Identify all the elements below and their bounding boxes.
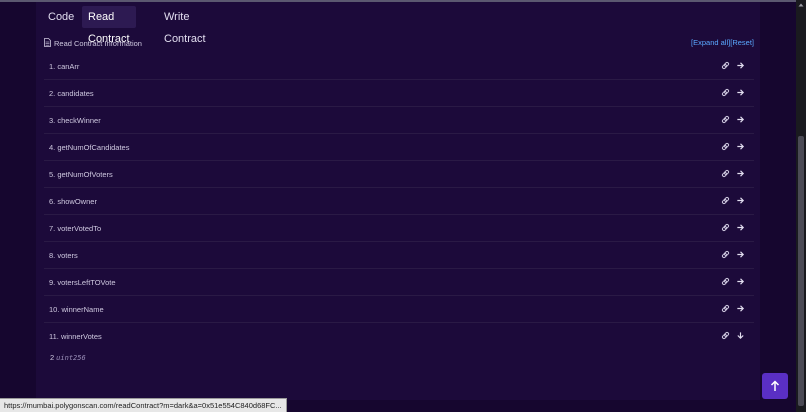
function-row[interactable]: 7. voterVotedTo <box>44 215 754 242</box>
function-row[interactable]: 5. getNumOfVoters <box>44 161 754 188</box>
function-name: 7. voterVotedTo <box>49 224 102 233</box>
link-icon[interactable] <box>721 331 730 340</box>
tab-read-contract[interactable]: Read Contract <box>82 6 136 45</box>
function-row[interactable]: 6. showOwner <box>44 188 754 215</box>
scrollbar-thumb[interactable] <box>798 136 804 406</box>
document-icon <box>44 38 51 47</box>
page-scrollbar[interactable] <box>796 0 806 412</box>
link-icon[interactable] <box>721 115 730 124</box>
read-contract-header: Read Contract Information [Expand all][R… <box>44 37 754 51</box>
function-row[interactable]: 10. winnerName <box>44 296 754 323</box>
function-name: 3. checkWinner <box>49 116 101 125</box>
arrow-right-icon[interactable] <box>736 277 745 286</box>
link-icon[interactable] <box>721 169 730 178</box>
function-name: 4. getNumOfCandidates <box>49 143 130 152</box>
arrow-right-icon[interactable] <box>736 196 745 205</box>
tab-write-contract[interactable]: Write Contract <box>158 6 212 45</box>
arrow-right-icon[interactable] <box>736 88 745 97</box>
link-icon[interactable] <box>721 196 730 205</box>
link-icon[interactable] <box>721 61 730 70</box>
expand-all-link[interactable]: [Expand all] <box>691 38 730 47</box>
function-row-expanded[interactable]: 11. winnerVotes <box>44 323 754 349</box>
link-icon[interactable] <box>721 142 730 151</box>
arrow-up-icon <box>770 380 780 391</box>
arrow-right-icon[interactable] <box>736 115 745 124</box>
arrow-right-icon[interactable] <box>736 304 745 313</box>
tab-code[interactable]: Code <box>42 6 80 28</box>
link-icon[interactable] <box>721 277 730 286</box>
header-links: [Expand all][Reset] <box>691 38 754 47</box>
function-name: 9. votersLeftTOVote <box>49 278 116 287</box>
reset-link[interactable]: [Reset] <box>730 38 754 47</box>
function-result: 2 uint256 <box>50 353 86 362</box>
arrow-right-icon[interactable] <box>736 169 745 178</box>
function-row[interactable]: 4. getNumOfCandidates <box>44 134 754 161</box>
arrow-right-icon[interactable] <box>736 61 745 70</box>
function-row[interactable]: 3. checkWinner <box>44 107 754 134</box>
function-name: 8. voters <box>49 251 78 260</box>
function-name: 1. canArr <box>49 62 80 71</box>
scroll-up-arrow-icon[interactable] <box>798 2 804 8</box>
result-type: uint256 <box>56 354 86 362</box>
arrow-right-icon[interactable] <box>736 142 745 151</box>
contract-panel: Code Read Contract Write Contract Read C… <box>36 2 760 400</box>
arrow-right-icon[interactable] <box>736 250 745 259</box>
function-name: 5. getNumOfVoters <box>49 170 113 179</box>
link-icon[interactable] <box>721 250 730 259</box>
function-row[interactable]: 9. votersLeftTOVote <box>44 269 754 296</box>
function-list: 1. canArr 2. candidates 3. checkWinner 4… <box>44 53 754 349</box>
function-row[interactable]: 1. canArr <box>44 53 754 80</box>
arrow-down-icon[interactable] <box>736 331 745 340</box>
link-status-bar: https://mumbai.polygonscan.com/readContr… <box>0 398 287 412</box>
function-name: 2. candidates <box>49 89 94 98</box>
read-contract-title: Read Contract Information <box>54 39 142 48</box>
function-name: 10. winnerName <box>49 305 104 314</box>
arrow-right-icon[interactable] <box>736 223 745 232</box>
link-icon[interactable] <box>721 304 730 313</box>
link-icon[interactable] <box>721 223 730 232</box>
function-name: 11. winnerVotes <box>49 332 102 341</box>
function-row[interactable]: 8. voters <box>44 242 754 269</box>
function-name: 6. showOwner <box>49 197 97 206</box>
function-row[interactable]: 2. candidates <box>44 80 754 107</box>
result-value: 2 <box>50 353 55 362</box>
link-icon[interactable] <box>721 88 730 97</box>
back-to-top-button[interactable] <box>762 373 788 399</box>
